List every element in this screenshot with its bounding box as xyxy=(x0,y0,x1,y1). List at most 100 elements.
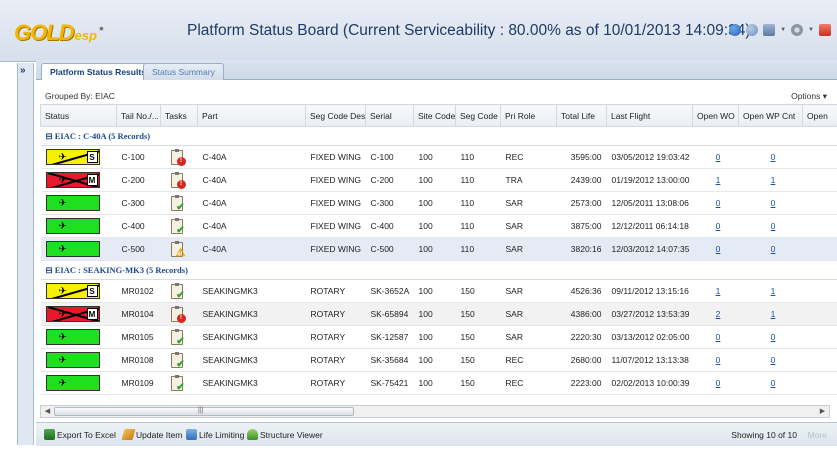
open-wp-link[interactable]: 1 xyxy=(738,302,803,326)
open-wo-link[interactable]: 1 xyxy=(692,168,739,192)
table-row[interactable]: ✈ S C-100! C-40A FIXED WING C-100 100 110 REC 359… xyxy=(40,145,837,169)
status-green-icon: ✈ xyxy=(45,218,100,234)
status-green-icon: ✈ xyxy=(45,375,100,391)
table-row[interactable]: ✈ M C-200! C-40A FIXED WING C-200 100 110 TRA 243… xyxy=(40,168,837,192)
tab-status-summary[interactable]: Status Summary xyxy=(143,63,224,80)
open-wp-link[interactable]: 0 xyxy=(738,371,803,395)
open-wo-link[interactable]: 0 xyxy=(692,237,739,261)
open-wp-link[interactable]: 1 xyxy=(738,168,803,192)
column-header[interactable]: Tail No./... xyxy=(116,104,161,127)
open-wp-link[interactable]: 0 xyxy=(738,325,803,349)
open-wo-link[interactable]: 1 xyxy=(692,279,739,303)
expand-icon[interactable]: » xyxy=(20,65,26,76)
task-red-icon[interactable]: ! xyxy=(170,148,186,166)
table-row[interactable]: ✈ C-300 ✔ C-40A FIXED WING C-300 100 110 SAR 2573… xyxy=(40,191,837,215)
column-header[interactable]: Status xyxy=(40,104,117,127)
tasks-cell[interactable]: ✔ xyxy=(160,325,198,349)
group-label[interactable]: ⊟ EIAC : SEAKING-MK3 (5 Records) xyxy=(40,260,837,280)
open-wp-link[interactable]: 1 xyxy=(738,279,803,303)
open-wp-link[interactable]: 0 xyxy=(738,348,803,372)
tasks-cell[interactable]: ⚠ xyxy=(160,237,198,261)
column-header[interactable]: Seg Code Desc xyxy=(305,104,366,127)
task-check-icon[interactable]: ✔ xyxy=(170,217,186,235)
update-item-button[interactable]: Update Item xyxy=(121,429,182,440)
close-icon[interactable] xyxy=(819,24,831,36)
table-row[interactable]: ✈ MR0109 ✔ SEAKINGMK3 ROTARY SK-75421 100 150 RE… xyxy=(40,371,837,395)
tasks-cell[interactable]: ✔ xyxy=(160,348,198,372)
column-header[interactable]: Open WP Cnt xyxy=(738,104,803,127)
tasks-cell[interactable]: ✔ xyxy=(160,191,198,215)
chevron-down-icon[interactable]: ▼ xyxy=(808,27,814,33)
tasks-cell[interactable]: ! xyxy=(160,168,198,192)
table-row[interactable]: ✈ M MR0104! SEAKINGMK3 ROTARY SK-65894 100 150 S… xyxy=(40,302,837,326)
open-wo-link[interactable]: 0 xyxy=(692,214,739,238)
horizontal-scrollbar[interactable]: ◀ ||| ▶ xyxy=(40,405,830,418)
open-wo-link[interactable]: 0 xyxy=(692,145,739,169)
task-check-icon[interactable]: ✔ xyxy=(170,374,186,392)
chevron-down-icon[interactable]: ▼ xyxy=(780,27,786,33)
window-icon[interactable] xyxy=(763,24,776,36)
task-check-icon[interactable]: ✔ xyxy=(170,194,186,212)
task-red-icon[interactable]: ! xyxy=(170,171,186,189)
structure-viewer-button[interactable]: Structure Viewer xyxy=(247,429,323,440)
scroll-right-arrow-icon[interactable]: ▶ xyxy=(817,407,828,416)
open-wo-link[interactable]: 0 xyxy=(692,371,739,395)
status-cell: ✈ xyxy=(40,371,117,395)
column-header[interactable]: Serial xyxy=(365,104,414,127)
alert-icon: ! xyxy=(176,156,186,166)
open-wp-link[interactable]: 0 xyxy=(738,237,803,261)
seg-code: 110 xyxy=(455,145,501,169)
tasks-cell[interactable]: ! xyxy=(160,302,198,326)
column-header[interactable]: Total Life xyxy=(556,104,607,127)
site-code: 100 xyxy=(413,348,456,372)
options-menu[interactable]: Options ▾ xyxy=(791,91,827,102)
column-header[interactable]: Pri Role xyxy=(500,104,557,127)
life-limiting-button[interactable]: Life Limiting xyxy=(186,429,244,440)
tasks-cell[interactable]: ✔ xyxy=(160,371,198,395)
tasks-cell[interactable]: ✔ xyxy=(160,214,198,238)
task-check-icon[interactable]: ✔ xyxy=(170,282,186,300)
open-wo-link[interactable]: 2 xyxy=(692,302,739,326)
site-code: 100 xyxy=(413,191,456,215)
table-row[interactable]: ✈ C-500 ⚠ C-40A FIXED WING C-500 100 110 SAR 3820… xyxy=(40,237,837,261)
open-wo-link[interactable]: 0 xyxy=(692,191,739,215)
info-icon[interactable] xyxy=(729,24,742,36)
page-title: Platform Status Board (Current Serviceab… xyxy=(187,22,751,39)
scroll-left-arrow-icon[interactable]: ◀ xyxy=(42,407,53,416)
table-row[interactable]: ✈ S MR0102 ✔ SEAKINGMK3 ROTARY SK-3652A 100 150 S… xyxy=(40,279,837,303)
column-header[interactable]: Last Flight xyxy=(606,104,693,127)
open-wp-link[interactable]: 0 xyxy=(738,191,803,215)
open-wo-link[interactable]: 0 xyxy=(692,325,739,349)
scrollbar-thumb[interactable]: ||| xyxy=(54,407,354,416)
open-wp-link[interactable]: 0 xyxy=(738,214,803,238)
task-check-icon[interactable]: ✔ xyxy=(170,328,186,346)
help-icon[interactable] xyxy=(746,24,759,36)
column-header[interactable]: Part xyxy=(197,104,306,127)
more-button[interactable]: More xyxy=(808,430,827,440)
column-header[interactable]: Open WO xyxy=(692,104,739,127)
table-row[interactable]: ✈ C-400 ✔ C-40A FIXED WING C-400 100 110 SAR 3875… xyxy=(40,214,837,238)
results-panel: Grouped By: EIAC Options ▾ Status Tail No… xyxy=(36,80,837,422)
column-header[interactable]: Seg Code xyxy=(455,104,501,127)
gear-icon[interactable] xyxy=(791,24,804,36)
total-life: 2680:00 xyxy=(556,348,607,372)
tasks-cell[interactable]: ✔ xyxy=(160,279,198,303)
total-life: 2220:30 xyxy=(556,325,607,349)
table-row[interactable]: ✈ MR0108 ✔ SEAKINGMK3 ROTARY SK-35684 100 150 RE… xyxy=(40,348,837,372)
tasks-cell[interactable]: ! xyxy=(160,145,198,169)
column-header[interactable]: Tasks xyxy=(160,104,198,127)
open-wp-link[interactable]: 0 xyxy=(738,145,803,169)
open-wo-link[interactable]: 0 xyxy=(692,348,739,372)
group-header-row[interactable]: ⊟ EIAC : C-40A (5 Records) xyxy=(40,126,837,146)
table-row[interactable]: ✈ MR0105 ✔ SEAKINGMK3 ROTARY SK-12587 100 150 SA… xyxy=(40,325,837,349)
side-panel-toggle[interactable]: » xyxy=(17,63,34,445)
column-header[interactable]: Open xyxy=(802,104,837,127)
tab-platform-status-results[interactable]: Platform Status Results xyxy=(41,63,155,81)
column-header[interactable]: Site Code xyxy=(413,104,456,127)
export-to-excel-button[interactable]: Export To Excel xyxy=(44,429,116,440)
task-red-icon[interactable]: ! xyxy=(170,305,186,323)
group-header-row[interactable]: ⊟ EIAC : SEAKING-MK3 (5 Records) xyxy=(40,260,837,280)
task-warn-icon[interactable]: ⚠ xyxy=(170,240,186,258)
task-check-icon[interactable]: ✔ xyxy=(170,351,186,369)
group-label[interactable]: ⊟ EIAC : C-40A (5 Records) xyxy=(40,126,837,146)
